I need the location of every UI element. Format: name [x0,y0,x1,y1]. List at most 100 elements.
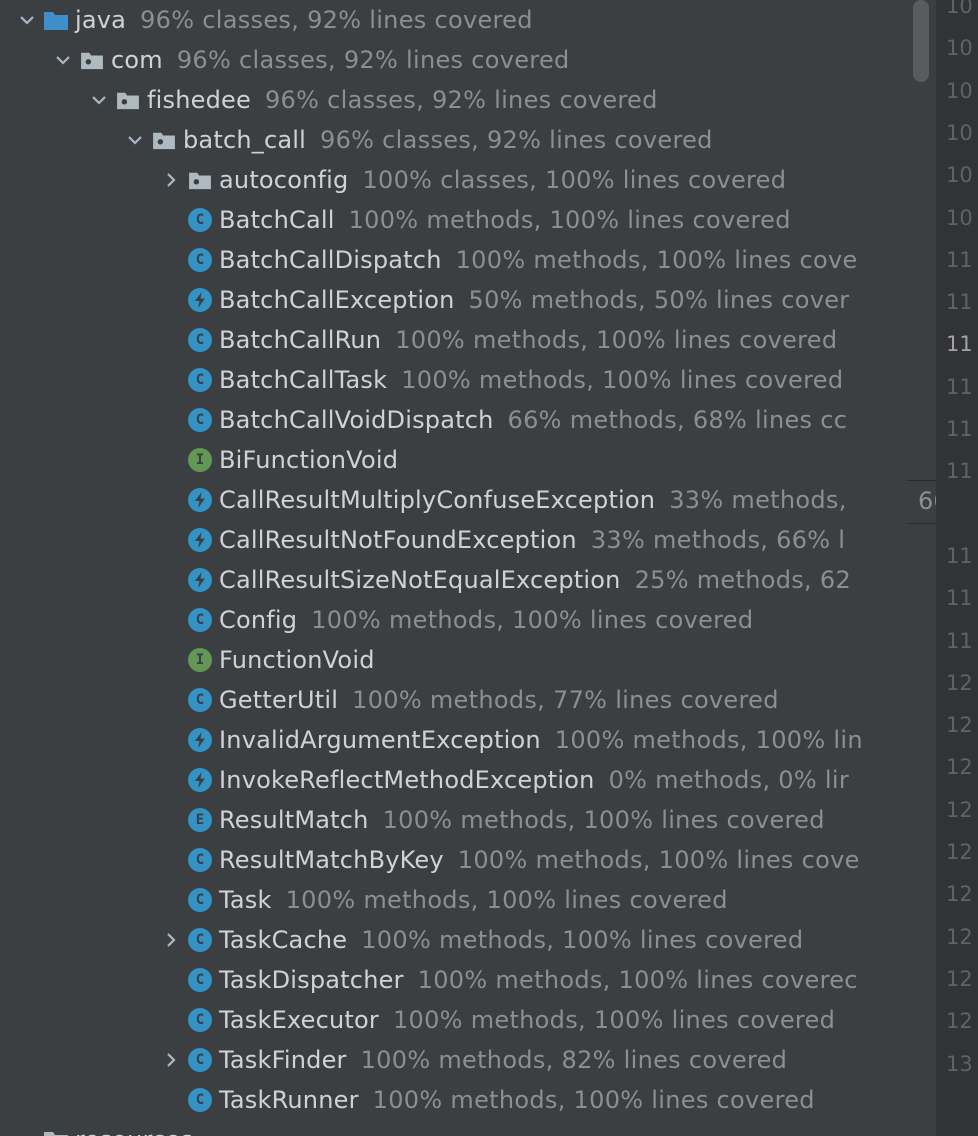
tree-row-coverage: 100% methods, 100% lines covered [392,1006,836,1034]
chevron-down-icon[interactable] [16,1120,38,1136]
line-number: 10 [946,0,973,18]
class-icon: C [187,607,213,633]
tree-row-coverage: 100% methods, 82% lines covered [360,1046,788,1074]
class-icon: C [187,207,213,233]
tree-row[interactable]: autoconfig 100% classes, 100% lines cover… [0,160,910,200]
tree-row-coverage: 100% methods, 100% lines covered [285,886,728,914]
tree-row-name: Task [219,886,272,914]
tree-row[interactable]: I FunctionVoid [0,640,910,680]
enum-icon: E [187,807,213,833]
tree-row-coverage: 100% methods, 100% lines covered [382,806,825,834]
chevron-down-icon[interactable] [88,80,110,120]
tree-row[interactable]: C ResultMatchByKey 100% methods, 100% line… [0,840,910,880]
line-number: 12 [946,670,973,695]
tree-row[interactable]: C TaskCache 100% methods, 100% lines cover… [0,920,910,960]
interface-icon: I [187,447,213,473]
folder-icon [43,1127,69,1136]
tree-row[interactable]: InvokeReflectMethodException 0% methods, … [0,760,910,800]
tree-row[interactable]: java 96% classes, 92% lines covered [0,0,910,40]
class-icon: C [187,1007,213,1033]
tree-row-name: TaskFinder [219,1046,347,1074]
tree-scrollbar-thumb[interactable] [913,0,929,82]
chevron-right-icon[interactable] [160,1040,182,1080]
tree-row[interactable]: C BatchCallRun 100% methods, 100% lines co… [0,320,910,360]
line-number: 12 [946,924,973,949]
tree-row[interactable]: E ResultMatch 100% methods, 100% lines cov… [0,800,910,840]
line-number: 11 [946,586,973,611]
tree-row-name: BatchCallTask [219,366,388,394]
tree-row-name: TaskDispatcher [219,966,404,994]
class-icon: C [187,1047,213,1073]
tree-row-coverage: 100% methods, 100% lines covered [311,606,754,634]
line-number: 12 [946,755,973,780]
tree-row-name: TaskCache [219,926,348,954]
package-icon [115,87,141,113]
tree-row-name: BatchCall [219,206,335,234]
tree-row-coverage: 96% classes, 92% lines covered [320,126,713,154]
tree-row-name: CallResultNotFoundException [219,526,577,554]
tree-row[interactable]: CallResultNotFoundException 33% methods, … [0,520,910,560]
tree-row-coverage: 66% methods, 68% lines cc [507,406,848,434]
line-number: 12 [946,713,973,738]
tree-row-coverage: 100% classes, 100% lines covered [362,166,787,194]
exception-class-icon [187,487,213,513]
line-number: 13 [946,1051,973,1076]
package-icon [187,167,213,193]
class-icon: C [187,327,213,353]
tree-row[interactable]: C TaskExecutor 100% methods, 100% lines co… [0,1000,910,1040]
chevron-right-icon[interactable] [160,920,182,960]
tree-row[interactable]: C BatchCallTask 100% methods, 100% lines c… [0,360,910,400]
tree-row[interactable]: CallResultMultiplyConfuseException 33% me… [0,480,910,520]
exception-class-icon [187,567,213,593]
tree-row[interactable]: C TaskFinder 100% methods, 82% lines cover… [0,1040,910,1080]
tree-row[interactable]: resources [0,1120,910,1136]
tree-row[interactable]: C TaskRunner 100% methods, 100% lines cove… [0,1080,910,1120]
tree-row[interactable]: C BatchCallDispatch 100% methods, 100% lin… [0,240,910,280]
tree-row-name: java [75,6,127,34]
tree-row[interactable]: C TaskDispatcher 100% methods, 100% lines … [0,960,910,1000]
tree-row[interactable]: C Config 100% methods, 100% lines covered [0,600,910,640]
tree-row[interactable]: fishedee 96% classes, 92% lines covered [0,80,910,120]
exception-class-icon [187,527,213,553]
tree-row[interactable]: C Task 100% methods, 100% lines covered [0,880,910,920]
class-icon: C [187,1087,213,1113]
tree-row[interactable]: C BatchCallVoidDispatch 66% methods, 68% l… [0,400,910,440]
tree-row-coverage: 100% methods, 100% lines coverec [417,966,858,994]
class-icon: C [187,367,213,393]
coverage-tree[interactable]: java 96% classes, 92% lines covered com 96%… [0,0,910,1136]
exception-class-icon [187,287,213,313]
tree-row-coverage: 100% methods, 100% lines cove [455,246,858,274]
class-icon: C [187,847,213,873]
tree-row[interactable]: CallResultSizeNotEqualException 25% metho… [0,560,910,600]
line-number: 11 [946,374,973,399]
tree-row[interactable]: BatchCallException 50% methods, 50% lines… [0,280,910,320]
tree-row-name: InvalidArgumentException [219,726,541,754]
tree-row-name: fishedee [147,86,251,114]
tree-row-coverage: 100% methods, 100% lines covered [372,1086,815,1114]
tree-row[interactable]: I BiFunctionVoid [0,440,910,480]
tree-row-coverage: 100% methods, 100% lines cove [457,846,860,874]
chevron-down-icon[interactable] [16,0,38,40]
chevron-right-icon[interactable] [160,160,182,200]
tree-row-coverage: 25% methods, 62 [634,566,852,594]
tree-row[interactable]: C BatchCall 100% methods, 100% lines cover… [0,200,910,240]
class-icon: C [187,247,213,273]
line-number: 11 [946,628,973,653]
tree-row[interactable]: InvalidArgumentException 100% methods, 10… [0,720,910,760]
package-icon [79,47,105,73]
tree-row-name: ResultMatchByKey [219,846,444,874]
tree-row-coverage: 100% methods, 100% lines covered [401,366,844,394]
line-number: 10 [946,78,973,103]
class-icon: C [187,967,213,993]
line-number: 10 [946,205,973,230]
tree-row[interactable]: C GetterUtil 100% methods, 77% lines cover… [0,680,910,720]
line-number: 10 [946,120,973,145]
chevron-down-icon[interactable] [52,40,74,80]
chevron-down-icon[interactable] [124,120,146,160]
tree-row-name: CallResultSizeNotEqualException [219,566,621,594]
line-number: 11 [946,417,973,441]
tree-row[interactable]: batch_call 96% classes, 92% lines covered [0,120,910,160]
line-number: 12 [946,840,973,864]
tree-row-name: TaskRunner [219,1086,359,1114]
tree-row[interactable]: com 96% classes, 92% lines covered [0,40,910,80]
